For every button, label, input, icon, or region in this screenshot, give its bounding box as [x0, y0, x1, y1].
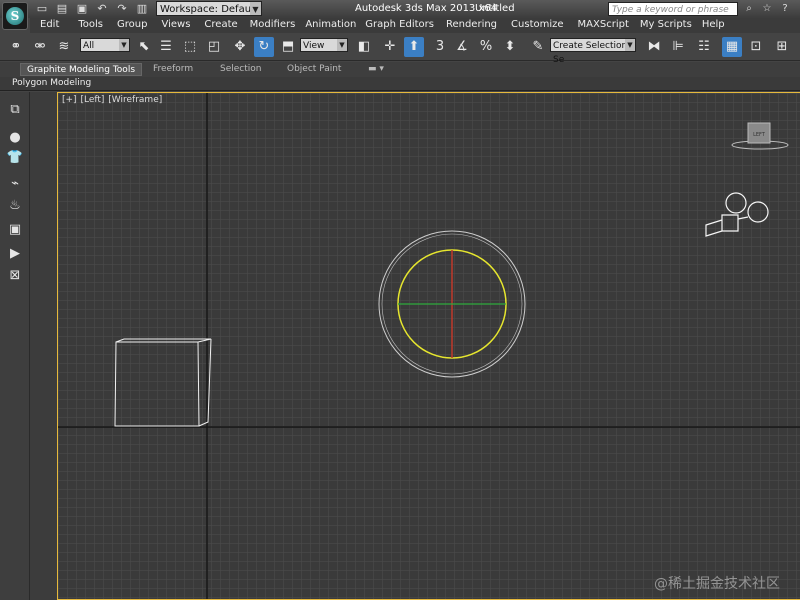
select-and-move-icon[interactable]: ✥ — [230, 37, 250, 57]
tab-object-paint[interactable]: Object Paint — [281, 63, 347, 76]
search-input[interactable]: Type a keyword or phrase — [608, 2, 738, 16]
watermark: @稀土掘金技术社区 — [654, 576, 780, 592]
menu-bar: Edit Tools Group Views Create Modifiers … — [30, 18, 800, 33]
redo-icon[interactable]: ↷ — [114, 1, 130, 16]
menu-edit[interactable]: Edit — [40, 18, 59, 33]
viewcube-face-label: LEFT — [753, 132, 766, 138]
bind-to-space-warp-icon[interactable]: ≋ — [54, 37, 74, 57]
new-file-icon[interactable]: ▭ — [34, 1, 50, 16]
select-by-name-icon[interactable]: ☰ — [156, 37, 176, 57]
title-bar-icons: ⌕ ☆ ? — [742, 2, 792, 16]
render-production-icon[interactable]: ⊠ — [5, 266, 25, 286]
3ds-max-logo-icon: S — [6, 7, 24, 25]
rectangular-selection-icon[interactable]: ⬚ — [180, 37, 200, 57]
unlink-selection-icon[interactable]: ⚮ — [30, 37, 50, 57]
snaps-toggle-icon[interactable]: 3 — [430, 37, 450, 57]
project-folder-icon[interactable]: ▥ — [134, 1, 150, 16]
menu-tools[interactable]: Tools — [78, 18, 103, 33]
chevron-down-icon: ▼ — [250, 2, 261, 15]
undo-icon[interactable]: ↶ — [94, 1, 110, 16]
selection-filter-value: All — [83, 41, 95, 51]
select-and-link-icon[interactable]: ⚭ — [6, 37, 26, 57]
menu-group[interactable]: Group — [117, 18, 147, 33]
viewport-left[interactable]: LEFT [+] [Left] [Wireframe] @稀土掘金技术社区 — [57, 92, 800, 600]
workspace-label: Workspace: Default — [160, 4, 258, 15]
selection-filter-dropdown[interactable]: All ▼ — [80, 38, 130, 52]
edit-named-selection-icon[interactable]: ✎ — [528, 37, 548, 57]
ribbon-options-icon[interactable]: ▬ ▾ — [362, 63, 390, 76]
application-button[interactable]: S — [2, 2, 28, 30]
select-and-manipulate-icon[interactable]: ✛ — [380, 37, 400, 57]
help-icon[interactable]: ? — [778, 2, 792, 16]
percent-snap-icon[interactable]: % — [476, 37, 496, 57]
menu-my-scripts[interactable]: My Scripts — [640, 18, 692, 33]
viewport-gutter — [30, 92, 57, 600]
tab-freeform[interactable]: Freeform — [147, 63, 199, 76]
curve-editor-icon[interactable]: ⊡ — [746, 37, 766, 57]
select-and-scale-icon[interactable]: ⬒ — [278, 37, 298, 57]
viewport-grid — [58, 93, 800, 599]
chevron-down-icon: ▼ — [625, 39, 635, 51]
viewport-shading-menu[interactable]: [Wireframe] — [108, 95, 162, 105]
camera-tool-icon[interactable]: ⌁ — [5, 174, 25, 194]
menu-maxscript[interactable]: MAXScript — [578, 18, 629, 33]
spinner-snap-icon[interactable]: ⬍ — [500, 37, 520, 57]
viewport-general-menu[interactable]: [+] — [62, 95, 77, 105]
sphere-icon[interactable]: ● — [5, 128, 25, 148]
layer-manager-icon[interactable]: ☷ — [694, 37, 714, 57]
menu-graph-editors[interactable]: Graph Editors — [365, 18, 434, 33]
document-title: Untitled — [475, 3, 515, 14]
angle-snap-icon[interactable]: ∡ — [452, 37, 472, 57]
teapot-icon[interactable]: ♨ — [5, 196, 25, 216]
schematic-view-icon[interactable]: ⊞ — [772, 37, 792, 57]
search-icon[interactable]: ⌕ — [742, 2, 756, 16]
menu-customize[interactable]: Customize — [511, 18, 564, 33]
select-and-rotate-icon[interactable]: ↻ — [254, 37, 274, 57]
use-pivot-center-icon[interactable]: ◧ — [354, 37, 374, 57]
align-icon[interactable]: ⊫ — [668, 37, 688, 57]
viewport-label: [+] [Left] [Wireframe] — [62, 95, 163, 105]
panel-polygon-modeling[interactable]: Polygon Modeling — [12, 78, 91, 88]
keyboard-shortcut-override-icon[interactable]: ⬆ — [404, 37, 424, 57]
communication-center-icon[interactable]: ☆ — [760, 2, 774, 16]
main-toolbar: ⚭ ⚮ ≋ All ▼ ⬉ ☰ ⬚ ◰ ✥ ↻ ⬒ View ▼ ◧ ✛ ⬆ 3… — [0, 33, 800, 65]
open-file-icon[interactable]: ▤ — [54, 1, 70, 16]
chevron-down-icon: ▼ — [119, 39, 129, 51]
save-file-icon[interactable]: ▣ — [74, 1, 90, 16]
title-bar: ▭ ▤ ▣ ↶ ↷ ▥ Workspace: Default ▼ Autodes… — [0, 0, 800, 18]
shirt-icon[interactable]: 👕 — [5, 148, 25, 168]
menu-animation[interactable]: Animation — [305, 18, 356, 33]
left-command-bar: ⧉ ● 👕 ⌁ ♨ ▣ ▶ ⊠ — [0, 92, 30, 600]
window-crossing-icon[interactable]: ◰ — [204, 37, 224, 57]
render-setup-icon[interactable]: ▣ — [5, 220, 25, 240]
menu-help[interactable]: Help — [702, 18, 725, 33]
graphite-tools-icon[interactable]: ⧉ — [5, 100, 25, 120]
ribbon-panel-bar: Polygon Modeling — [0, 77, 800, 91]
reference-coordinate-value: View — [303, 41, 325, 51]
graphite-ribbon-icon[interactable]: ▦ — [722, 37, 742, 57]
render-frame-icon[interactable]: ▶ — [5, 244, 25, 264]
mirror-icon[interactable]: ⧓ — [644, 37, 664, 57]
quick-access-toolbar: ▭ ▤ ▣ ↶ ↷ ▥ — [34, 1, 150, 16]
named-selection-set-dropdown[interactable]: Create Selection Se ▼ — [550, 38, 636, 65]
workspace-dropdown[interactable]: Workspace: Default ▼ — [156, 1, 262, 16]
menu-views[interactable]: Views — [161, 18, 190, 33]
chevron-down-icon: ▼ — [337, 39, 347, 51]
viewport-point-of-view-menu[interactable]: [Left] — [80, 95, 104, 105]
menu-create[interactable]: Create — [204, 18, 237, 33]
menu-rendering[interactable]: Rendering — [446, 18, 497, 33]
select-object-icon[interactable]: ⬉ — [134, 37, 154, 57]
graphite-ribbon: Graphite Modeling Tools Freeform Selecti… — [0, 62, 800, 77]
tab-selection[interactable]: Selection — [214, 63, 267, 76]
tab-graphite-modeling-tools[interactable]: Graphite Modeling Tools — [20, 63, 143, 76]
menu-modifiers[interactable]: Modifiers — [250, 18, 296, 33]
reference-coordinate-dropdown[interactable]: View ▼ — [300, 38, 348, 52]
viewport-canvas[interactable]: LEFT — [58, 93, 800, 600]
